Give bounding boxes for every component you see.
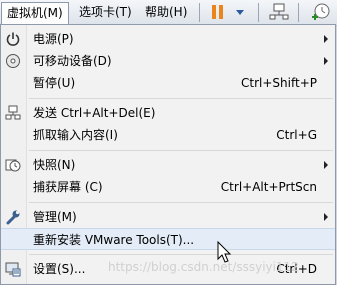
power-icon — [5, 31, 21, 47]
menu-separator — [29, 202, 333, 203]
pause-button[interactable] — [207, 2, 251, 22]
menu-item-label: 电源(P) — [33, 32, 74, 46]
menu-item-snapshot[interactable]: 快照(N) — [1, 154, 335, 176]
menu-item-grab-input[interactable]: 抓取输入内容(I) Ctrl+G — [1, 124, 335, 146]
menu-item-label: 抓取输入内容(I) — [33, 128, 118, 142]
menu-item-label: 快照(N) — [33, 158, 76, 172]
menu-item-label: 捕获屏幕 (C) — [33, 180, 103, 194]
menu-item-label: 可移动设备(D) — [33, 54, 112, 68]
menu-item-capture-screen[interactable]: 捕获屏幕 (C) Ctrl+Alt+PrtScn — [1, 176, 335, 198]
watermark: https://blog.csdn.net/sssyiyi112 — [108, 260, 299, 274]
wrench-icon — [5, 209, 21, 225]
menu-item-shortcut: Ctrl+G — [276, 128, 317, 142]
network-button[interactable] — [268, 2, 290, 22]
pause-icon — [212, 5, 244, 19]
toolbar-separator — [199, 3, 200, 22]
menu-separator — [29, 98, 333, 99]
mouse-cursor-icon — [217, 240, 233, 268]
menu-item-manage[interactable]: 管理(M) — [1, 206, 335, 228]
menu-item-send-ctrl-alt-del[interactable]: 发送 Ctrl+Alt+Del(E) — [1, 102, 335, 124]
network-icon — [269, 3, 289, 20]
snapshot-button[interactable] — [308, 2, 334, 22]
snapshot-icon — [5, 157, 21, 173]
settings-icon — [5, 261, 21, 277]
submenu-arrow-icon — [324, 57, 328, 65]
submenu-arrow-icon — [324, 213, 328, 221]
toolbar-separator — [298, 3, 299, 22]
menu-item-label: 设置(S)... — [33, 262, 86, 276]
vm-menu[interactable]: 虚拟机(M) — [1, 2, 69, 25]
submenu-arrow-icon — [324, 161, 328, 169]
menu-item-shortcut: Ctrl+Alt+PrtScn — [220, 180, 317, 194]
menu-item-label: 发送 Ctrl+Alt+Del(E) — [33, 106, 156, 120]
menu-item-label: 暂停(U) — [33, 76, 76, 90]
menu-separator — [29, 150, 333, 151]
toolbar-separator — [258, 3, 259, 22]
menu-item-pause[interactable]: 暂停(U) Ctrl+Shift+P — [1, 72, 335, 94]
submenu-arrow-icon — [324, 35, 328, 43]
menu-separator — [29, 254, 333, 255]
menu-item-label: 重新安装 VMware Tools(T)... — [33, 233, 195, 247]
menu-item-shortcut: Ctrl+Shift+P — [241, 76, 317, 90]
help-menu[interactable]: 帮助(H) — [140, 2, 192, 22]
tabs-menu[interactable]: 选项卡(T) — [74, 2, 137, 22]
send-keys-icon — [5, 105, 21, 121]
snapshot-clock-icon — [312, 3, 330, 20]
menu-item-label: 管理(M) — [33, 210, 77, 224]
menu-item-removable-devices[interactable]: 可移动设备(D) — [1, 50, 335, 72]
vm-dropdown-menu: 电源(P) 可移动设备(D) 暂停(U) Ctrl+Shift+P 发送 Ctr… — [0, 24, 336, 285]
disc-icon — [5, 53, 21, 69]
menu-item-power[interactable]: 电源(P) — [1, 28, 335, 50]
menu-bar: 虚拟机(M) 选项卡(T) 帮助(H) — [0, 0, 337, 26]
menu-item-reinstall-vmware-tools[interactable]: 重新安装 VMware Tools(T)... — [1, 228, 335, 250]
